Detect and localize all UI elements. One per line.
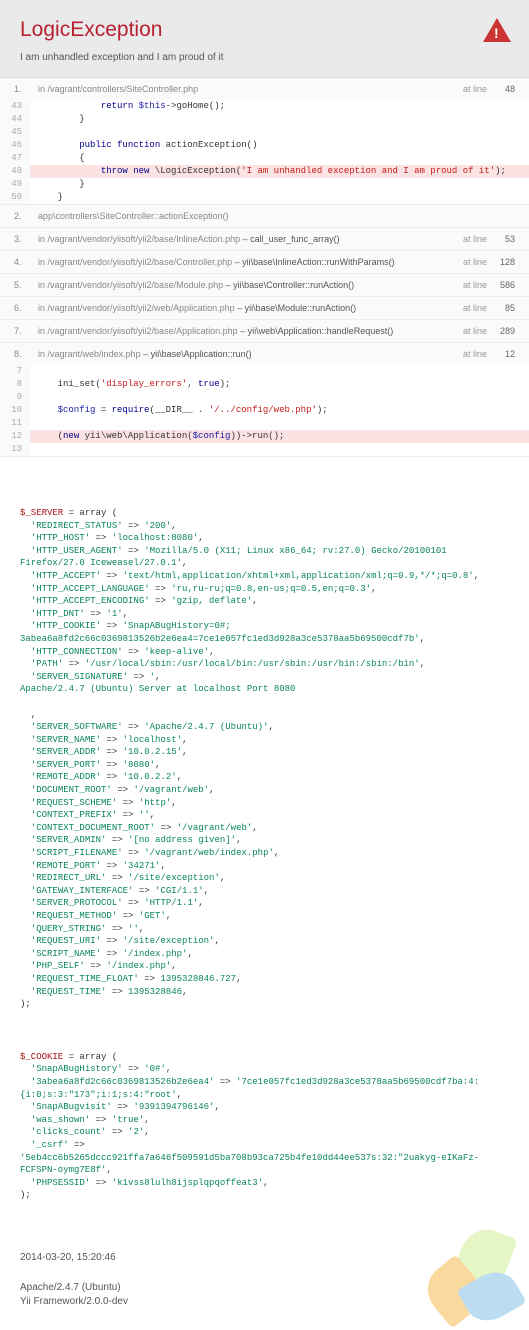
server-dump: $_SERVER = array ( 'REDIRECT_STATUS' => … (0, 487, 529, 1031)
code-line: 11 (0, 417, 529, 430)
stack-trace: 1.in /vagrant/controllers/SiteController… (0, 78, 529, 457)
code-line: 44 } (0, 113, 529, 126)
trace-item[interactable]: 1.in /vagrant/controllers/SiteController… (0, 78, 529, 205)
cookie-dump: $_COOKIE = array ( 'SnapABugHistory' => … (0, 1031, 529, 1222)
code-line: 50 } (0, 191, 529, 204)
code-line: 8 ini_set('display_errors', true); (0, 378, 529, 391)
code-line: 12 (new yii\web\Application($config))->r… (0, 430, 529, 443)
trace-item[interactable]: 6.in /vagrant/vendor/yiisoft/yii2/web/Ap… (0, 297, 529, 320)
exception-title: LogicException (20, 18, 509, 42)
warning-icon (483, 18, 511, 42)
code-line: 48 throw new \LogicException('I am unhan… (0, 165, 529, 178)
trace-item[interactable]: 7.in /vagrant/vendor/yiisoft/yii2/base/A… (0, 320, 529, 343)
code-line: 45 (0, 126, 529, 139)
code-line: 47 { (0, 152, 529, 165)
code-line: 46 public function actionException() (0, 139, 529, 152)
code-line: 9 (0, 391, 529, 404)
trace-item[interactable]: 4.in /vagrant/vendor/yiisoft/yii2/base/C… (0, 251, 529, 274)
trace-item[interactable]: 5.in /vagrant/vendor/yiisoft/yii2/base/M… (0, 274, 529, 297)
code-line: 49 } (0, 178, 529, 191)
code-block: 78 ini_set('display_errors', true);910 $… (0, 365, 529, 456)
code-block: 43 return $this->goHome();44 }4546 publi… (0, 100, 529, 204)
code-line: 7 (0, 365, 529, 378)
trace-item[interactable]: 3.in /vagrant/vendor/yiisoft/yii2/base/I… (0, 228, 529, 251)
footer: 2014-03-20, 15:20:46 Apache/2.4.7 (Ubunt… (0, 1222, 529, 1329)
code-line: 43 return $this->goHome(); (0, 100, 529, 113)
trace-item[interactable]: 8.in /vagrant/web/index.php – yii\base\A… (0, 343, 529, 457)
yii-logo-icon (419, 1229, 519, 1319)
exception-message: I am unhandled exception and I am proud … (20, 52, 509, 63)
code-line: 13 (0, 443, 529, 456)
error-header: LogicException I am unhandled exception … (0, 0, 529, 78)
trace-item[interactable]: 2.app\controllers\SiteController::action… (0, 205, 529, 228)
code-line: 10 $config = require(__DIR__ . '/../conf… (0, 404, 529, 417)
